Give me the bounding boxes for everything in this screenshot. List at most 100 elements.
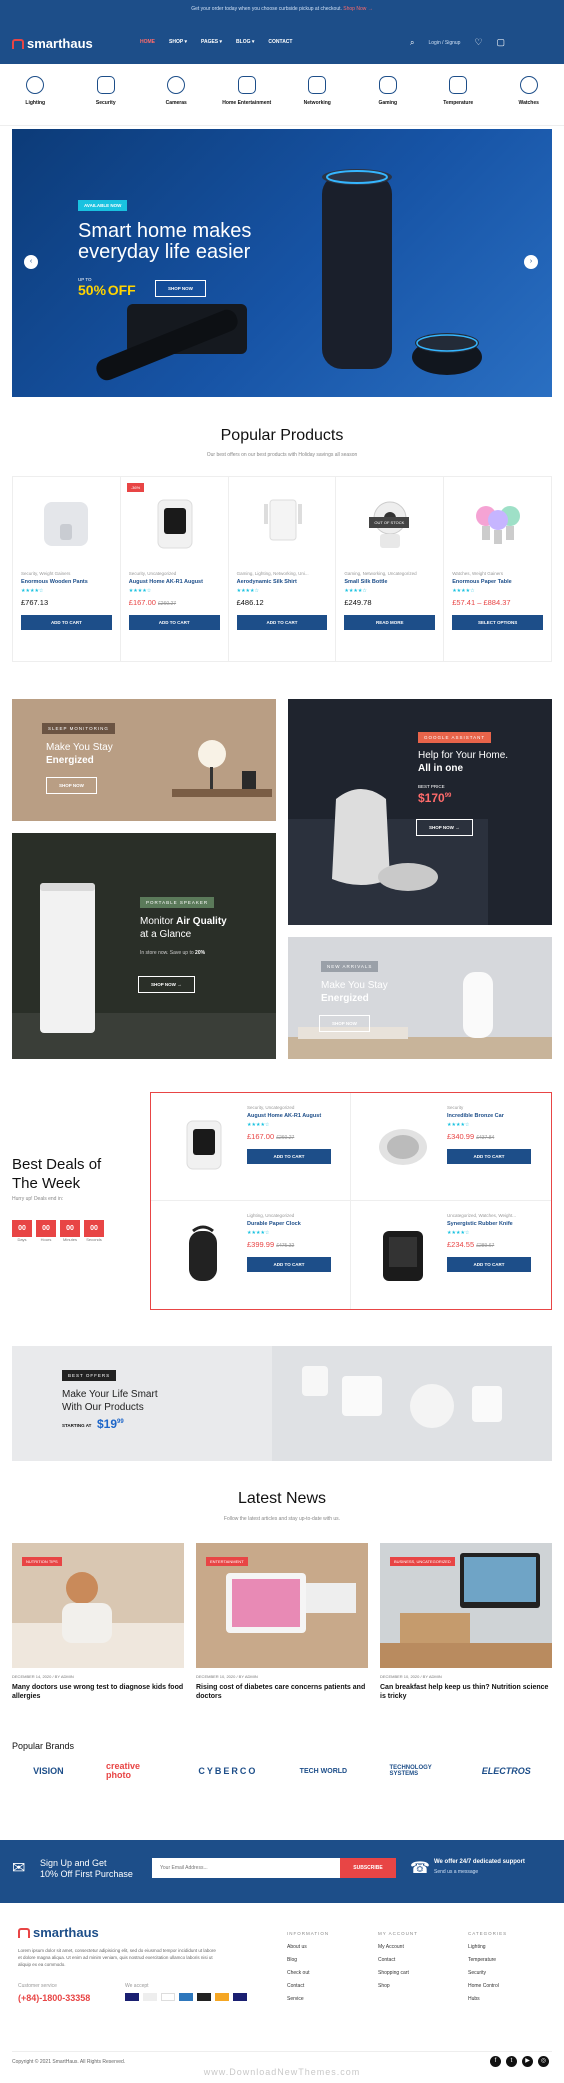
countdown-timer: 00 Days 00 Hours 00 Minutes 00 Seconds — [12, 1220, 104, 1243]
product-price: £340.99 £437.84 — [447, 1132, 495, 1141]
product-price: £57.41 – £884.37 — [452, 598, 511, 607]
product-card[interactable]: -36% Security, Uncategorized August Home… — [121, 477, 229, 661]
product-name[interactable]: August Home AK-R1 August — [247, 1113, 342, 1119]
add-to-cart-button[interactable]: ADD TO CART — [128, 615, 220, 630]
news-title-link[interactable]: Rising cost of diabetes care concerns pa… — [196, 1683, 368, 1701]
category-watches[interactable]: Watches — [499, 66, 559, 125]
news-list: NUTRITION TIPS DECEMBER 14, 2020 / BY AD… — [12, 1543, 552, 1701]
shop-now-link[interactable]: Shop Now → — [343, 6, 372, 12]
product-name[interactable]: Aerodynamic Silk Shirt — [237, 579, 328, 585]
main-menu: HOME SHOP ▾ PAGES ▾ BLOG ▾ CONTACT — [140, 39, 292, 45]
category-home-entertainment[interactable]: Home Entertainment — [217, 66, 277, 125]
news-title-link[interactable]: Many doctors use wrong test to diagnose … — [12, 1683, 184, 1701]
product-name[interactable]: Enormous Paper Table — [452, 579, 543, 585]
product-card[interactable]: Gaming, Lighting, Networking, Uni... Aer… — [229, 477, 337, 661]
product-card[interactable]: Security, Weight Gainers Enormous Wooden… — [13, 477, 121, 661]
rating-stars-icon: ★★★★☆ — [447, 1122, 470, 1128]
newsletter-email-input[interactable] — [152, 1858, 340, 1878]
send-message-link[interactable]: Send us a message — [434, 1869, 478, 1875]
best-offer-banner[interactable]: BEST OFFERS Make Your Life Smart With Our… — [12, 1346, 552, 1461]
menu-pages[interactable]: PAGES ▾ — [201, 39, 222, 45]
brand-vision-logo[interactable]: VISION — [33, 1766, 64, 1776]
hero-title: Smart home makes everyday life easier — [78, 220, 252, 263]
popular-products-subtitle: Our best offers on our best products wit… — [206, 452, 358, 458]
brand-creative-photo-logo[interactable]: creative photo — [106, 1762, 156, 1780]
footer-logo[interactable]: smarthaus — [18, 1925, 99, 1940]
news-card[interactable]: BUSINESS, UNCATEGORIZED DECEMBER 10, 202… — [380, 1543, 552, 1701]
subscribe-button[interactable]: SUBSCRIBE — [340, 1858, 396, 1878]
product-price: £486.12 — [236, 598, 264, 607]
category-cameras[interactable]: Cameras — [146, 66, 206, 125]
brand-list: VISION creative photo CYBERCO TECH WORLD… — [12, 1762, 552, 1780]
deal-card[interactable]: Lighting, Uncategorized Durable Paper Clo… — [151, 1201, 351, 1309]
add-to-cart-button[interactable]: ADD TO CART — [236, 615, 328, 630]
deal-card[interactable]: Security Incredible Bronze Car ★★★★☆ £340.… — [351, 1093, 551, 1201]
banner-shop-now-button[interactable]: SHOP NOW — [46, 777, 97, 794]
twitter-icon[interactable]: t — [506, 2056, 517, 2067]
login-link[interactable]: Login / Signup — [428, 40, 460, 46]
popular-brands-title: Popular Brands — [12, 1741, 75, 1751]
banner-sleep-monitoring[interactable]: SLEEP MONITORING Make You Stay Energized … — [12, 699, 276, 821]
banner-shop-now-button[interactable]: SHOP NOW → — [138, 976, 195, 993]
read-more-button[interactable]: READ MORE — [344, 615, 436, 630]
brand-electros-logo[interactable]: ELECTROS — [482, 1766, 531, 1776]
rating-stars-icon: ★★★★☆ — [236, 588, 260, 594]
banner-new-arrivals[interactable]: NEW ARRIVALS Make You Stay Energized SHOP… — [288, 937, 552, 1059]
category-lighting[interactable]: Lighting — [5, 66, 65, 125]
wishlist-icon[interactable]: ♡ — [474, 37, 482, 48]
category-temperature[interactable]: Temperature — [428, 66, 488, 125]
category-networking[interactable]: Networking — [287, 66, 347, 125]
banner-shop-now-button[interactable]: SHOP NOW — [319, 1015, 370, 1032]
menu-home[interactable]: HOME — [140, 39, 155, 45]
banner-shop-now-button[interactable]: SHOP NOW → — [416, 819, 473, 836]
category-security[interactable]: Security — [76, 66, 136, 125]
brand-technology-systems-logo[interactable]: TECHNOLOGY SYSTEMS — [389, 1765, 439, 1777]
deal-card[interactable]: Uncategorized, Watches, Weight... Synergi… — [351, 1201, 551, 1309]
product-name[interactable]: Enormous Wooden Pants — [21, 579, 112, 585]
youtube-icon[interactable]: ▶ — [522, 2056, 533, 2067]
rating-stars-icon: ★★★★☆ — [452, 588, 475, 594]
footer-phone[interactable]: (+84)-1800-33358 — [18, 1993, 90, 2003]
product-name[interactable]: Small Silk Bottle — [344, 579, 435, 585]
hero-next-arrow-icon[interactable]: › — [524, 255, 538, 269]
banner-portable-speaker[interactable]: PORTABLE SPEAKER Monitor Air Quality at a… — [12, 833, 276, 1059]
copyright: Copyright © 2021 SmartHaus. All Rights R… — [12, 2059, 126, 2065]
menu-shop[interactable]: SHOP ▾ — [169, 39, 187, 45]
add-to-cart-button[interactable]: ADD TO CART — [21, 615, 112, 630]
hero-badge: AVAILABLE NOW — [78, 200, 128, 211]
instagram-icon[interactable]: ◎ — [538, 2056, 549, 2067]
product-name[interactable]: Durable Paper Clock — [247, 1221, 342, 1227]
hero-prev-arrow-icon[interactable]: ‹ — [24, 255, 38, 269]
product-name[interactable]: August Home AK-R1 August — [129, 579, 220, 585]
news-title-link[interactable]: Can breakfast help keep us thin? Nutriti… — [380, 1683, 552, 1701]
rating-stars-icon: ★★★★☆ — [447, 1230, 470, 1236]
product-name[interactable]: Synergistic Rubber Knife — [447, 1221, 543, 1227]
hero-shop-now-button[interactable]: SHOP NOW — [155, 280, 206, 297]
cart-icon[interactable]: ▢ — [497, 37, 506, 48]
brand-cyberco-logo[interactable]: CYBERCO — [198, 1766, 257, 1776]
category-gaming[interactable]: Gaming — [358, 66, 418, 125]
news-card[interactable]: NUTRITION TIPS DECEMBER 14, 2020 / BY AD… — [12, 1543, 184, 1701]
banner-google-assistant[interactable]: GOOGLE ASSISTANT Help for Your Home. All … — [288, 699, 552, 925]
sale-badge: -36% — [126, 483, 145, 492]
thermometer-icon — [449, 76, 468, 94]
add-to-cart-button[interactable]: ADD TO CART — [447, 1257, 531, 1272]
product-card[interactable]: Watches, Weight Gainers Enormous Paper T… — [444, 477, 551, 661]
news-card[interactable]: ENTERTAINMENT DECEMBER 10, 2020 / BY ADM… — [196, 1543, 368, 1701]
menu-blog[interactable]: BLOG ▾ — [236, 39, 254, 45]
brand-techworld-logo[interactable]: TECH WORLD — [300, 1768, 347, 1775]
logo[interactable]: smarthaus — [12, 36, 93, 51]
deal-card[interactable]: Security, Uncategorized August Home AK-R1… — [151, 1093, 351, 1201]
header-actions: ⌕ Login / Signup ♡ ▢ — [410, 37, 505, 48]
rating-stars-icon: ★★★★☆ — [344, 588, 367, 594]
search-icon[interactable]: ⌕ — [410, 38, 414, 48]
facebook-icon[interactable]: f — [490, 2056, 501, 2067]
add-to-cart-button[interactable]: ADD TO CART — [247, 1149, 331, 1164]
menu-contact[interactable]: CONTACT — [268, 39, 292, 45]
add-to-cart-button[interactable]: ADD TO CART — [447, 1149, 531, 1164]
select-options-button[interactable]: SELECT OPTIONS — [452, 615, 543, 630]
product-name[interactable]: Incredible Bronze Car — [447, 1113, 543, 1119]
offer-price: $1999 — [97, 1417, 124, 1431]
add-to-cart-button[interactable]: ADD TO CART — [247, 1257, 331, 1272]
product-card[interactable]: OUT OF STOCK Gaming, Networking, Uncateg… — [336, 477, 445, 661]
